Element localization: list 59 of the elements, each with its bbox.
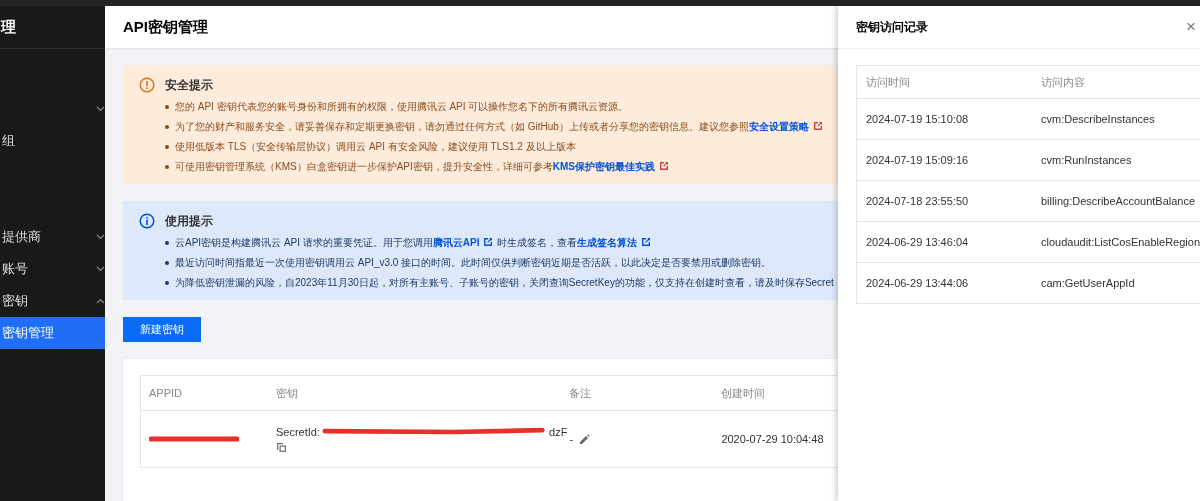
sidebar-title: 理 [1, 17, 16, 37]
bullet-icon [165, 125, 169, 129]
link[interactable]: 腾讯云API [432, 237, 480, 248]
column-header: 密钥 [276, 386, 298, 399]
sidebar-item[interactable]: 组 [0, 125, 105, 157]
column-header: 访问内容 [1040, 74, 1086, 90]
create-key-button[interactable]: 新建密钥 [123, 317, 201, 342]
notice-title: 使用提示 [165, 213, 214, 230]
pencil-icon[interactable] [579, 433, 591, 445]
warning-icon [139, 77, 155, 93]
notice-text: 您的 API 密钥代表您的账号身份和所拥有的权限，使用腾讯云 API 可以操作您名下的所有腾讯云资源。 [175, 100, 629, 114]
notice-text: 云API密钥是构建腾讯云 API 请求的重要凭证。用于您调用腾讯云API 时生成签名，查看生成签名算法 [175, 236, 656, 250]
table-cell-text: 2024-07-19 15:10:08 [865, 113, 970, 125]
notice-text: 为了您的财产和服务安全，请妥善保存和定期更换密钥，请勿通过任何方式（如 GitHub）上传或者分享您的密钥信息。建议您参照安全设置策略 [175, 120, 827, 134]
link[interactable]: KMS保护密钥最佳实践 [552, 161, 656, 172]
column-header: 备注 [569, 386, 592, 399]
chevron-down-icon [96, 234, 105, 240]
table-cell-text: cloudaudit:ListCosEnableRegion [1040, 236, 1200, 248]
notice-text: 最近访问时间指最近一次使用密钥调用云 API_v3.0 接口的时间。此时间仅供判断密钥近期是否活跃，以此决定是否要禁用或删除密钥。 [175, 256, 772, 270]
copy-icon[interactable] [276, 441, 287, 453]
table-cell-text: billing:DescribeAccountBalance [1040, 195, 1197, 207]
close-button[interactable]: × [1186, 17, 1196, 37]
table-cell-text: cam:GetUserAppId [1040, 277, 1136, 289]
table-cell-text: 2024-06-29 13:46:04 [865, 236, 970, 248]
table-cell-text: cvm:RunInstances [1040, 154, 1133, 166]
sidebar-item[interactable]: 密钥管理 [0, 317, 105, 349]
bullet-icon [165, 281, 169, 285]
info-icon [139, 213, 155, 229]
bullet-icon [165, 145, 169, 149]
chevron-down-icon [96, 106, 105, 112]
notice-text: 使用低版本 TLS（安全传输层协议）调用云 API 有安全风险，建议使用 TLS1.2 及以上版本 [175, 140, 576, 154]
table-cell: SecretId: [276, 425, 321, 438]
chevron-up-icon [96, 298, 105, 304]
table-cell: 2020-07-29 10:04:48 [721, 433, 824, 445]
external-link-icon [659, 161, 670, 171]
table-cell: - [569, 433, 574, 445]
page-title: API密钥管理 [123, 17, 208, 37]
column-header: 创建时间 [721, 386, 766, 399]
table-cell-text: 2024-07-18 23:55:50 [865, 195, 970, 207]
bullet-icon [165, 241, 169, 245]
link[interactable]: 安全设置策略 [748, 121, 809, 132]
table-cell-text: 2024-07-19 15:09:16 [865, 154, 970, 166]
table-cell: dzF [549, 425, 568, 438]
column-header: APPID [149, 387, 182, 399]
table-cell-text: 2024-06-29 13:44:06 [865, 277, 970, 289]
bullet-icon [165, 165, 169, 169]
link[interactable]: 生成签名算法 [577, 237, 638, 248]
table-cell-text: cvm:DescribeInstances [1040, 113, 1156, 125]
column-header: 访问时间 [865, 74, 911, 90]
drawer-title: 密钥访问记录 [856, 18, 928, 36]
notice-title: 安全提示 [165, 77, 214, 94]
external-link-icon [812, 121, 823, 131]
notice-text: 为降低密钥泄漏的风险，自2023年11月30日起，对所有主账号、子账号的密钥，关闭查询SecretKey的功能，仅支持在创建时查看，请及时保存Secret [175, 276, 834, 290]
external-link-icon [483, 237, 494, 247]
external-link-icon [641, 237, 652, 247]
notice-text: 可使用密钥管理系统（KMS）白盒密钥进一步保护API密钥，提升安全性，详细可参考KMS保护密钥最佳实践 [175, 160, 674, 174]
chevron-down-icon [96, 266, 105, 272]
bullet-icon [165, 105, 169, 109]
bullet-icon [165, 261, 169, 265]
